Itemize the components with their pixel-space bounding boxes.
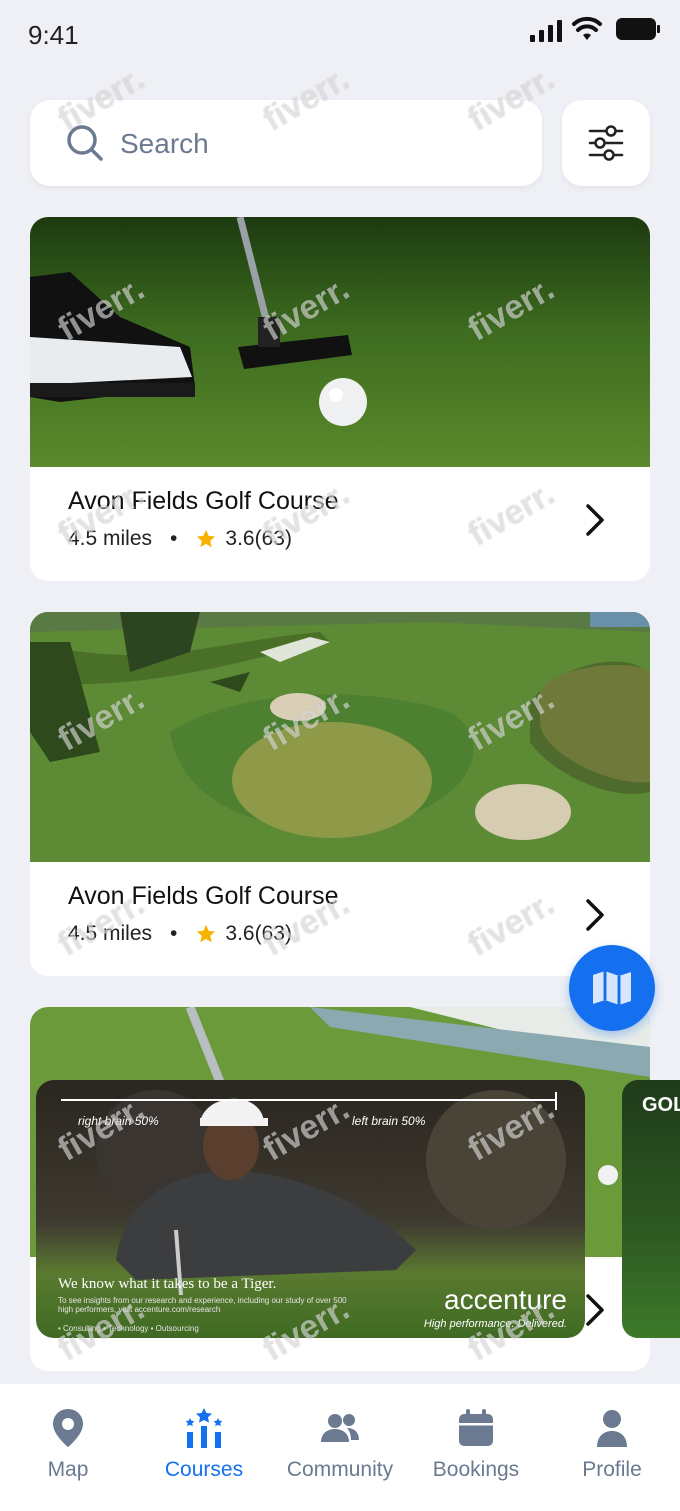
meta-separator: • (170, 527, 178, 550)
map-fold-icon (593, 971, 631, 1005)
tab-label: Courses (164, 1458, 244, 1481)
course-rating: 3.6 (225, 922, 255, 945)
tab-label: Bookings (432, 1458, 520, 1481)
wifi-icon (572, 16, 602, 40)
chevron-right-icon[interactable] (584, 1293, 606, 1327)
tab-label: Map (47, 1458, 89, 1481)
map-pin-icon (53, 1409, 83, 1447)
ad-footer: • Consulting • Technology • Outsourcing (58, 1324, 199, 1333)
bottom-tab-bar: Map Courses Community Bookings Profile (0, 1384, 680, 1511)
calendar-icon (459, 1409, 493, 1446)
ad-banner[interactable]: right brain 50% left brain 50% We know w… (36, 1080, 585, 1338)
search-bar[interactable] (30, 100, 542, 186)
course-title: Avon Fields Golf Course (68, 882, 339, 910)
course-rating: 3.6 (225, 527, 255, 550)
ad-headline: We know what it takes to be a Tiger. (58, 1276, 277, 1292)
course-card[interactable]: Avon Fields Golf Course 4.5 miles • 3.6 … (30, 612, 650, 976)
course-title: Avon Fields Golf Course (68, 487, 339, 515)
filter-button[interactable] (562, 100, 650, 186)
map-view-button[interactable] (569, 945, 655, 1031)
tab-courses[interactable]: Courses (136, 1408, 272, 1488)
meta-separator: • (170, 922, 178, 945)
course-card[interactable]: Avon Fields Golf Course 4.5 miles • 3.6 … (30, 217, 650, 581)
ad-tagline: High performance. Delivered. (423, 1318, 567, 1330)
tab-label: Profile (582, 1458, 642, 1481)
course-review-count: (63) (254, 527, 292, 550)
community-icon (321, 1414, 359, 1442)
battery-icon (616, 18, 660, 40)
course-distance: 4.5 miles (68, 527, 153, 550)
tab-profile[interactable]: Profile (544, 1408, 680, 1488)
tab-map[interactable]: Map (0, 1408, 136, 1488)
chevron-right-icon[interactable] (584, 503, 606, 537)
search-input[interactable] (118, 120, 522, 168)
star-icon (197, 529, 216, 548)
profile-icon (597, 1410, 627, 1447)
ad-brand-logo: accenture (444, 1284, 567, 1315)
filter-sliders-icon (588, 125, 624, 161)
course-distance: 4.5 miles (68, 922, 153, 945)
chevron-right-icon[interactable] (584, 898, 606, 932)
ad-label-left-brain: left brain 50% (352, 1114, 426, 1128)
course-photo-aerial (30, 612, 650, 862)
tab-bookings[interactable]: Bookings (408, 1408, 544, 1488)
signal-icon (530, 20, 562, 42)
ad-peek-text: GOL (642, 1094, 680, 1116)
ad-body: To see insights from our research and ex… (58, 1296, 347, 1314)
course-meta: 4.5 miles • 3.6 (63) (68, 527, 292, 551)
search-icon (67, 125, 103, 161)
ad-label-right-brain: right brain 50% (78, 1114, 159, 1128)
star-icon (197, 924, 216, 943)
course-review-count: (63) (254, 922, 292, 945)
tab-label: Community (286, 1458, 394, 1481)
course-meta: 4.5 miles • 3.6 (63) (68, 922, 292, 946)
ad-banner-next[interactable]: GOL (622, 1080, 680, 1338)
tab-community[interactable]: Community (272, 1408, 408, 1488)
course-photo-putting (30, 217, 650, 467)
status-time: 9:41 (28, 20, 79, 50)
status-bar: 9:41 (0, 0, 680, 70)
courses-icon (186, 1408, 222, 1448)
